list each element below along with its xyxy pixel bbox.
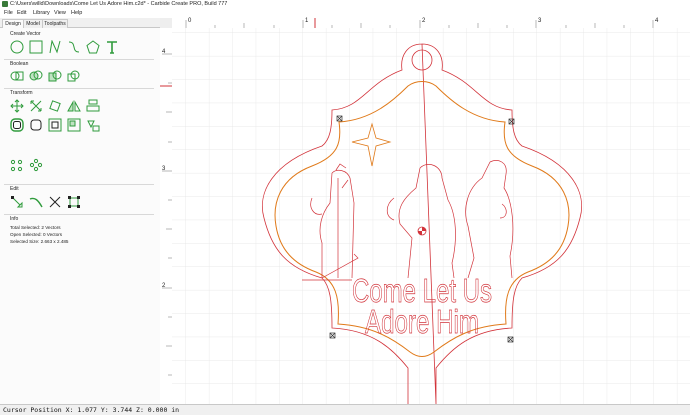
canvas-drawing: Come Let Us Adore Him <box>172 28 690 404</box>
ruler-top-label-3: 3 <box>538 18 542 24</box>
menu-library[interactable]: Library <box>33 9 50 18</box>
ruler-top-ticks <box>185 18 654 28</box>
circular-array-icon[interactable] <box>29 158 43 172</box>
join-icon[interactable] <box>10 69 24 83</box>
boolean-title: Boolean <box>10 61 29 67</box>
menu-bar: File Edit Library View Help <box>0 9 690 18</box>
intersect-icon[interactable] <box>67 69 81 83</box>
ruler-left-label-2: 2 <box>162 283 166 289</box>
design-sidebar: Design Model Toolpaths Create Vector Boo… <box>0 18 161 404</box>
menu-file[interactable]: File <box>4 9 13 18</box>
union-icon[interactable] <box>29 69 43 83</box>
text-tool-icon[interactable] <box>105 40 119 54</box>
node-edit-icon[interactable] <box>10 195 24 209</box>
ruler-top-label-2: 2 <box>422 18 426 24</box>
design-text-line2[interactable]: Adore Him <box>365 303 480 341</box>
subtract-icon[interactable] <box>48 69 62 83</box>
total-selected: Total Selected: 2 Vectors <box>10 225 61 230</box>
status-bar: Cursor Position X: 1.077 Y: 3.744 Z: 0.0… <box>0 404 690 415</box>
inset-icon[interactable] <box>48 118 62 132</box>
ruler-left-label-3: 3 <box>162 166 166 172</box>
app-icon <box>2 1 8 7</box>
tab-toolpaths[interactable]: Toolpaths <box>42 19 68 28</box>
info-title: Info <box>10 216 19 222</box>
trim-icon[interactable] <box>29 195 43 209</box>
ungroup-icon[interactable] <box>86 118 100 132</box>
window-title: C:\Users\willd\Downloads\Come Let Us Ado… <box>10 1 228 7</box>
create-vector-title: Create Vector <box>10 31 41 37</box>
title-bar: C:\Users\willd\Downloads\Come Let Us Ado… <box>0 0 690 9</box>
fillet-icon[interactable] <box>29 118 43 132</box>
ruler-left-label-4: 4 <box>162 49 166 55</box>
offset-icon[interactable] <box>10 118 24 132</box>
mirror-icon[interactable] <box>67 99 81 113</box>
bounding-box-icon[interactable] <box>67 195 81 209</box>
tab-design[interactable]: Design <box>2 19 24 28</box>
menu-view[interactable]: View <box>54 9 66 18</box>
ruler-left-ticks <box>160 53 172 376</box>
menu-help[interactable]: Help <box>71 9 82 18</box>
open-selected: Open Selected: 0 Vectors <box>10 232 63 237</box>
curve-tool-icon[interactable] <box>48 40 62 54</box>
selected-size: Selected Size: 2.663 x 2.485 <box>10 239 69 244</box>
group-icon[interactable] <box>67 118 81 132</box>
polyline-tool-icon[interactable] <box>67 40 81 54</box>
design-canvas[interactable]: Come Let Us Adore Him <box>172 28 690 404</box>
center-marker[interactable] <box>417 226 427 236</box>
tab-model[interactable]: Model <box>23 19 43 28</box>
edit-title: Edit <box>10 186 19 192</box>
menu-edit[interactable]: Edit <box>17 9 26 18</box>
move-icon[interactable] <box>10 99 24 113</box>
align-icon[interactable] <box>86 99 100 113</box>
scale-icon[interactable] <box>29 99 43 113</box>
transform-title: Transform <box>10 90 33 96</box>
cut-icon[interactable] <box>48 195 62 209</box>
circle-tool-icon[interactable] <box>10 40 24 54</box>
grid <box>172 28 690 404</box>
rotate-icon[interactable] <box>48 99 62 113</box>
ruler-top-label-0: 0 <box>188 18 192 24</box>
polygon-tool-icon[interactable] <box>86 40 100 54</box>
ruler-top-label-1: 1 <box>305 18 309 24</box>
rectangle-tool-icon[interactable] <box>29 40 43 54</box>
ruler-top-label-4: 4 <box>655 18 659 24</box>
array-icon[interactable] <box>10 158 24 172</box>
sidebar-tabs: Design Model Toolpaths <box>0 18 160 28</box>
